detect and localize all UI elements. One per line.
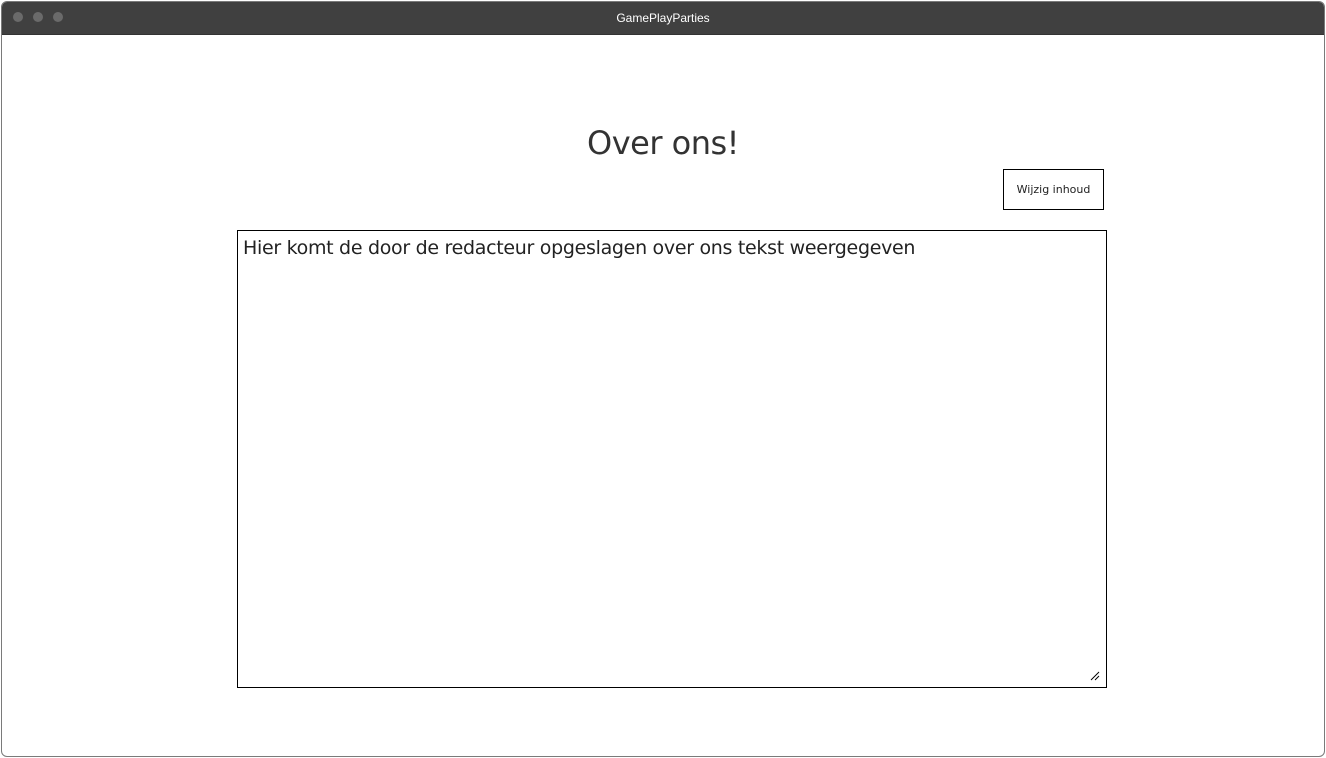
about-content-textarea[interactable]: Hier komt de door de redacteur opgeslage… — [237, 230, 1107, 688]
window-title: GamePlayParties — [616, 11, 710, 25]
page-title: Over ons! — [587, 124, 740, 162]
about-content-text: Hier komt de door de redacteur opgeslage… — [243, 237, 916, 259]
resize-handle-icon[interactable] — [1090, 671, 1100, 681]
edit-content-button[interactable]: Wijzig inhoud — [1003, 169, 1104, 210]
window-titlebar[interactable]: GamePlayParties — [2, 2, 1324, 35]
app-window: GamePlayParties Over ons! Wijzig inhoud … — [1, 1, 1325, 757]
